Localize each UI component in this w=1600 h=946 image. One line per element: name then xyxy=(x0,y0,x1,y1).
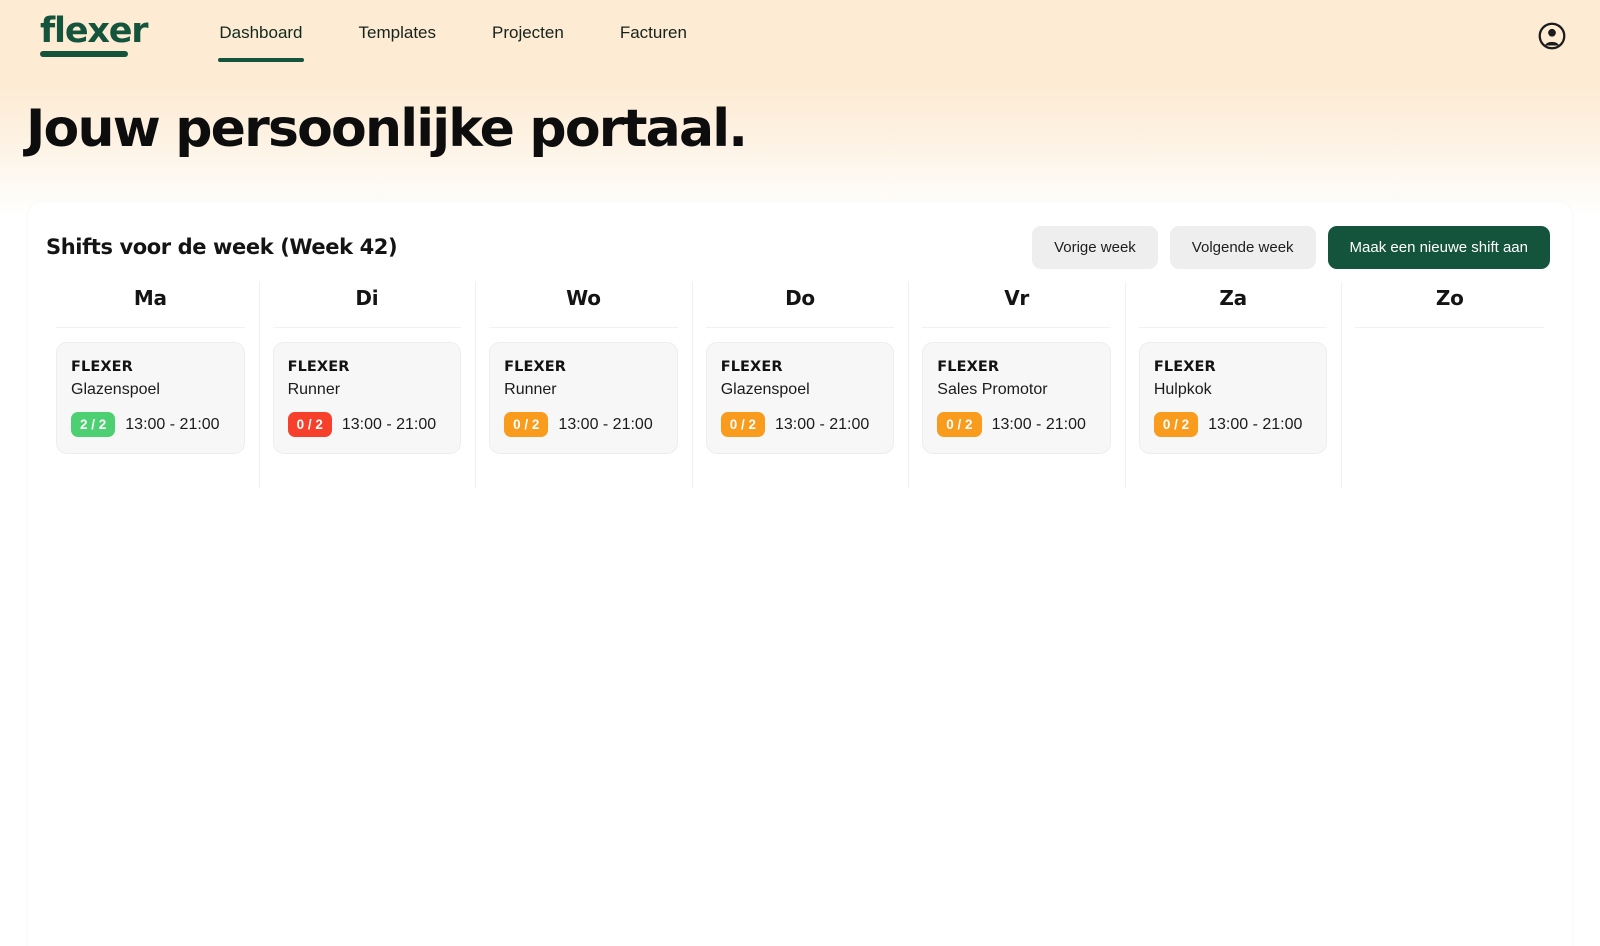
shift-company-name: FLEXER xyxy=(504,359,567,375)
prev-week-button[interactable]: Vorige week xyxy=(1032,225,1158,269)
shift-time-range: 13:00 - 21:00 xyxy=(558,415,653,433)
shift-occupancy-badge: 0 / 2 xyxy=(287,412,332,437)
day-shift-slot: FLEXER Hulpkok 0 / 2 13:00 - 21:00 xyxy=(1138,328,1328,454)
logo-underline-bar xyxy=(40,51,128,57)
shift-company-name: FLEXER xyxy=(937,359,1000,375)
day-column-do: Do FLEXER Glazenspoel 0 / 2 13:00 - 21:00 xyxy=(691,282,909,500)
day-column-zo: Zo xyxy=(1341,282,1558,500)
day-column-za: Za FLEXER Hulpkok 0 / 2 13:00 - 21:00 xyxy=(1124,282,1342,500)
user-circle-icon[interactable] xyxy=(1536,20,1568,52)
nav-item-facturen[interactable]: Facturen xyxy=(592,22,715,62)
shift-time-range: 13:00 - 21:00 xyxy=(1208,415,1303,433)
shift-role-name: Glazenspoel xyxy=(720,381,810,398)
shift-company-name: FLEXER xyxy=(1153,359,1216,375)
shift-meta-row: 0 / 2 13:00 - 21:00 xyxy=(1153,412,1313,437)
shift-time-range: 13:00 - 21:00 xyxy=(774,415,870,433)
page-title: Jouw persoonlijke portaal. xyxy=(26,99,748,159)
shift-card[interactable]: FLEXER Hulpkok 0 / 2 13:00 - 21:00 xyxy=(1138,342,1328,454)
shift-company-name: FLEXER xyxy=(71,359,133,375)
shift-meta-row: 0 / 2 13:00 - 21:00 xyxy=(504,412,663,437)
shift-occupancy-badge: 2 / 2 xyxy=(71,412,116,437)
shift-role-name: Runner xyxy=(287,381,341,398)
shift-card[interactable]: FLEXER Runner 0 / 2 13:00 - 21:00 xyxy=(489,342,678,454)
shifts-panel: Shifts voor de week (Week 42) Vorige wee… xyxy=(28,202,1572,946)
shift-meta-row: 0 / 2 13:00 - 21:00 xyxy=(287,412,447,437)
shift-meta-row: 0 / 2 13:00 - 21:00 xyxy=(937,412,1096,437)
shifts-panel-header: Shifts voor de week (Week 42) Vorige wee… xyxy=(28,202,1572,270)
top-navigation-bar: flexer Dashboard Templates Projecten Factur… xyxy=(0,0,1600,76)
shift-role-name: Runner xyxy=(504,381,557,398)
shift-occupancy-badge: 0 / 2 xyxy=(504,412,549,437)
day-header-label: Do xyxy=(705,282,895,328)
next-week-button[interactable]: Volgende week xyxy=(1169,225,1316,269)
page-root: flexer Dashboard Templates Projecten Factur… xyxy=(0,0,1600,946)
day-shift-slot: FLEXER Runner 0 / 2 13:00 - 21:00 xyxy=(489,328,678,454)
day-column-di: Di FLEXER Runner 0 / 2 13:00 - 21:00 xyxy=(258,282,476,500)
shift-company-name: FLEXER xyxy=(287,359,350,375)
create-shift-button[interactable]: Maak een nieuwe shift aan xyxy=(1327,225,1550,269)
day-header-label: Zo xyxy=(1355,282,1544,328)
shift-occupancy-badge: 0 / 2 xyxy=(720,412,765,437)
shift-card[interactable]: FLEXER Sales Promotor 0 / 2 13:00 - 21:00 xyxy=(922,342,1111,454)
shifts-panel-actions: Vorige week Volgende week Maak een nieuw… xyxy=(1032,225,1550,269)
shift-role-name: Hulpkok xyxy=(1153,381,1212,398)
nav-item-templates[interactable]: Templates xyxy=(331,22,464,62)
day-column-wo: Wo FLEXER Runner 0 / 2 13:00 - 21:00 xyxy=(475,282,692,500)
shift-card[interactable]: FLEXER Glazenspoel 0 / 2 13:00 - 21:00 xyxy=(705,342,895,454)
day-header-label: Wo xyxy=(489,282,678,328)
shift-time-range: 13:00 - 21:00 xyxy=(341,415,437,433)
nav-item-projecten[interactable]: Projecten xyxy=(464,22,592,62)
week-grid: Ma FLEXER Glazenspoel 2 / 2 13:00 - 21:00 Di F… xyxy=(28,282,1572,500)
shifts-panel-title: Shifts voor de week (Week 42) xyxy=(46,235,398,259)
shift-occupancy-badge: 0 / 2 xyxy=(937,412,982,437)
day-header-label: Za xyxy=(1138,282,1328,328)
shift-occupancy-badge: 0 / 2 xyxy=(1153,412,1199,437)
shift-role-name: Sales Promotor xyxy=(937,381,1048,398)
shift-role-name: Glazenspoel xyxy=(71,381,160,398)
shift-time-range: 13:00 - 21:00 xyxy=(991,415,1086,433)
day-header-label: Vr xyxy=(922,282,1111,328)
shift-meta-row: 2 / 2 13:00 - 21:00 xyxy=(71,412,230,437)
nav-item-dashboard[interactable]: Dashboard xyxy=(191,22,330,62)
shift-time-range: 13:00 - 21:00 xyxy=(125,415,220,433)
day-shift-slot: FLEXER Glazenspoel 0 / 2 13:00 - 21:00 xyxy=(705,328,895,454)
shift-card[interactable]: FLEXER Glazenspoel 2 / 2 13:00 - 21:00 xyxy=(56,342,245,454)
day-shift-slot: FLEXER Sales Promotor 0 / 2 13:00 - 21:00 xyxy=(922,328,1111,454)
logo-wordmark: flexer xyxy=(40,11,149,51)
day-shift-slot: FLEXER Glazenspoel 2 / 2 13:00 - 21:00 xyxy=(56,328,245,454)
shift-company-name: FLEXER xyxy=(720,359,783,375)
day-column-vr: Vr FLEXER Sales Promotor 0 / 2 13:00 - 21:00 xyxy=(908,282,1125,500)
day-column-ma: Ma FLEXER Glazenspoel 2 / 2 13:00 - 21:00 xyxy=(42,282,259,500)
shift-meta-row: 0 / 2 13:00 - 21:00 xyxy=(720,412,880,437)
day-shift-slot xyxy=(1355,328,1544,342)
main-nav: Dashboard Templates Projecten Facturen xyxy=(191,22,715,62)
day-header-label: Di xyxy=(272,282,462,328)
day-shift-slot: FLEXER Runner 0 / 2 13:00 - 21:00 xyxy=(272,328,462,454)
shift-card[interactable]: FLEXER Runner 0 / 2 13:00 - 21:00 xyxy=(272,342,462,454)
day-header-label: Ma xyxy=(56,282,245,328)
flexer-logo[interactable]: flexer xyxy=(40,11,149,57)
